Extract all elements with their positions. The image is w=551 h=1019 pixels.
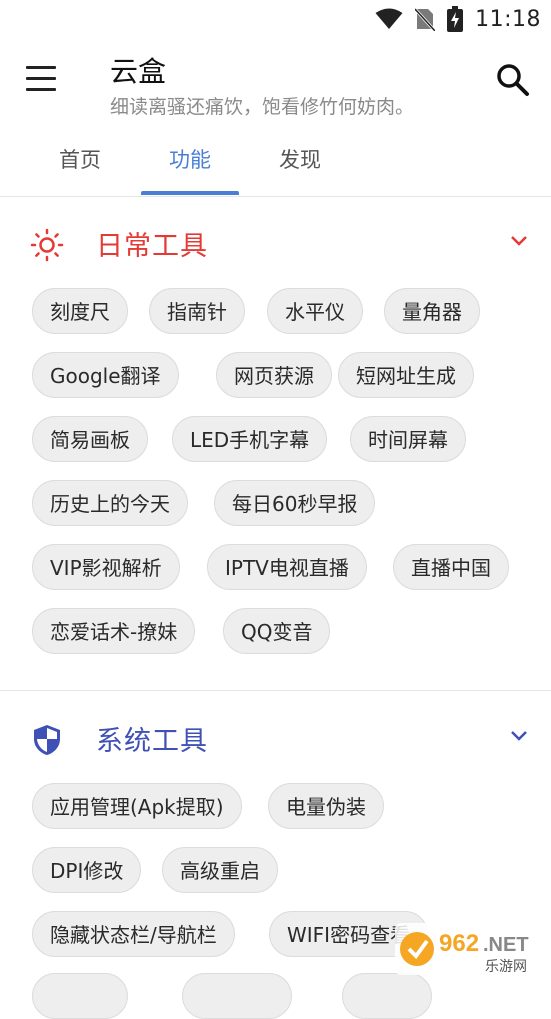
chip-iptv[interactable]: IPTV电视直播 <box>207 544 367 590</box>
status-time: 11:18 <box>475 6 541 32</box>
section-system-tools: 系统工具 应用管理(Apk提取) 电量伪装 DPI修改 高级重启 隐藏状态栏/导… <box>0 693 551 1019</box>
chip-led-subtitle[interactable]: LED手机字幕 <box>172 416 328 462</box>
site-watermark-logo: 962 .NET 乐游网 <box>395 923 543 975</box>
shield-icon <box>34 725 60 755</box>
wifi-icon <box>375 8 403 29</box>
chip-clock-screen[interactable]: 时间屏幕 <box>350 416 466 462</box>
tab-features[interactable]: 功能 <box>141 144 239 174</box>
chip-app-manager[interactable]: 应用管理(Apk提取) <box>32 783 242 829</box>
chip-compass[interactable]: 指南针 <box>149 288 245 334</box>
tab-home[interactable]: 首页 <box>31 144 129 174</box>
chip-advanced-reboot[interactable]: 高级重启 <box>162 847 278 893</box>
battery-charging-icon <box>447 6 464 32</box>
section-divider <box>0 690 551 691</box>
chip-partial[interactable] <box>182 973 292 1019</box>
chip-short-url[interactable]: 短网址生成 <box>338 352 474 398</box>
chip-hide-bars[interactable]: 隐藏状态栏/导航栏 <box>32 911 235 957</box>
chip-qq-voice[interactable]: QQ变音 <box>223 608 331 654</box>
sun-icon <box>30 228 64 262</box>
tab-bar: 首页 功能 发现 <box>0 130 551 197</box>
chip-dpi-modify[interactable]: DPI修改 <box>32 847 142 893</box>
app-subtitle: 细读离骚还痛饮，饱看修竹何妨肉。 <box>110 96 415 118</box>
app-bar: 云盒 细读离骚还痛饮，饱看修竹何妨肉。 <box>0 38 551 130</box>
chip-battery-spoof[interactable]: 电量伪装 <box>268 783 384 829</box>
section-header-system-tools[interactable]: 系统工具 <box>0 693 551 783</box>
chip-ruler[interactable]: 刻度尺 <box>32 288 128 334</box>
chip-live-china[interactable]: 直播中国 <box>393 544 509 590</box>
status-bar: 11:18 <box>0 0 551 38</box>
chip-google-translate[interactable]: Google翻译 <box>32 352 179 398</box>
menu-icon[interactable] <box>26 66 60 96</box>
section-header-daily-tools[interactable]: 日常工具 <box>0 198 551 288</box>
chip-web-source[interactable]: 网页获源 <box>216 352 332 398</box>
chip-drawing-board[interactable]: 简易画板 <box>32 416 148 462</box>
app-title: 云盒 <box>110 55 167 88</box>
search-icon[interactable] <box>495 62 531 98</box>
section-title-system-tools: 系统工具 <box>96 726 208 757</box>
chip-love-talk[interactable]: 恋爱话术-撩妹 <box>32 608 196 654</box>
chip-daily-news[interactable]: 每日60秒早报 <box>214 480 376 526</box>
chevron-down-icon[interactable] <box>509 729 529 743</box>
chip-level[interactable]: 水平仪 <box>267 288 363 334</box>
section-title-daily-tools: 日常工具 <box>96 231 208 262</box>
chip-vip-video[interactable]: VIP影视解析 <box>32 544 180 590</box>
watermark-brand: 962 <box>439 930 479 957</box>
tab-indicator <box>141 191 239 195</box>
chip-protractor[interactable]: 量角器 <box>384 288 480 334</box>
chip-partial[interactable] <box>342 973 432 1019</box>
no-sim-icon <box>415 7 436 31</box>
watermark-suffix: .NET <box>483 934 529 956</box>
section-daily-tools: 日常工具 刻度尺 指南针 水平仪 量角器 Google翻译 网页获源 短网址生成… <box>0 198 551 654</box>
chip-today-in-history[interactable]: 历史上的今天 <box>32 480 188 526</box>
watermark-text: 乐游网 <box>485 959 527 975</box>
chip-partial[interactable] <box>32 973 128 1019</box>
tab-discover[interactable]: 发现 <box>251 144 349 174</box>
chevron-down-icon[interactable] <box>509 234 529 248</box>
